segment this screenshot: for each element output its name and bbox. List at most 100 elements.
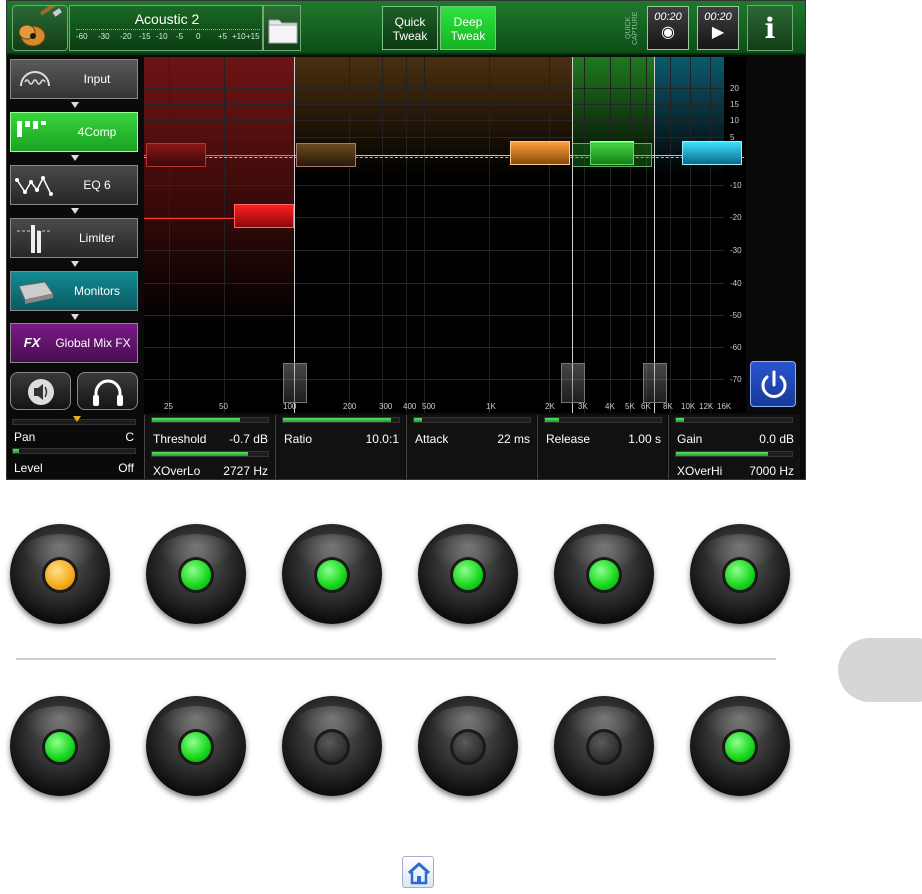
footswitch-led-icon <box>42 729 78 765</box>
block-eq6[interactable]: EQ 6 <box>10 165 138 205</box>
gain-slider[interactable] <box>675 417 793 423</box>
footswitch-bottom-4[interactable] <box>418 696 518 796</box>
grid-line <box>144 283 724 284</box>
footswitch-top-4[interactable] <box>418 524 518 624</box>
headphones-button[interactable] <box>77 372 138 410</box>
xoverhi-slider[interactable] <box>675 451 793 457</box>
param-release-cell[interactable]: Release 1.00 s <box>537 415 667 479</box>
grid-line <box>646 57 647 413</box>
multiband-graph[interactable]: 20 15 10 5 -10 -20 -30 -40 -50 -60 -70 2… <box>144 57 746 413</box>
meter-tick: -20 <box>120 32 132 41</box>
meter-tick: -10 <box>156 32 168 41</box>
grid-line <box>424 57 425 413</box>
block-4comp[interactable]: 4Comp <box>10 112 138 152</box>
db-tick: -20 <box>730 213 742 222</box>
quick-capture-button[interactable]: 00:20 ◉ <box>647 6 689 50</box>
block-global-mix-fx[interactable]: FX Global Mix FX <box>10 323 138 363</box>
footswitch-top-2[interactable] <box>146 524 246 624</box>
home-icon[interactable] <box>402 856 434 888</box>
release-fill <box>545 418 559 422</box>
meter-tick: +10 <box>232 32 246 41</box>
low-band-handle[interactable] <box>146 143 206 167</box>
lowmid-band-handle[interactable] <box>296 143 356 167</box>
footswitch-led-icon <box>450 729 486 765</box>
ratio-slider[interactable] <box>282 417 400 423</box>
xoverlo-value: 2727 Hz <box>223 464 268 478</box>
deep-tweak-button[interactable]: Deep Tweak <box>440 6 496 50</box>
capture-timer: 00:20 <box>654 11 682 23</box>
grid-line <box>382 57 383 413</box>
level-meter <box>76 29 260 31</box>
headphones-icon <box>93 379 123 406</box>
threshold-fill <box>152 418 240 422</box>
block-limiter[interactable]: Limiter <box>10 218 138 258</box>
grid-line <box>144 104 724 105</box>
meter-tick: -15 <box>139 32 151 41</box>
footswitch-led-icon <box>722 729 758 765</box>
param-attack-cell[interactable]: Attack 22 ms <box>406 415 536 479</box>
quick-capture-label: QUICK CAPTURE <box>625 11 639 45</box>
chain-arrow-icon <box>71 261 79 267</box>
preset-display[interactable]: Acoustic 2 -60 -30 -20 -15 -10 -5 0 +5 +… <box>69 5 263 51</box>
footswitch-top-3[interactable] <box>282 524 382 624</box>
param-gain-cell[interactable]: Gain 0.0 dB XOverHi 7000 Hz <box>668 415 800 479</box>
guitar-icon[interactable] <box>12 1 68 51</box>
db-tick: -50 <box>730 311 742 320</box>
high-gain-handle[interactable] <box>682 141 742 165</box>
speaker-button[interactable] <box>10 372 71 410</box>
meter-tick: +15 <box>246 32 260 41</box>
footswitch-bottom-1[interactable] <box>10 696 110 796</box>
footswitch-bottom-2[interactable] <box>146 696 246 796</box>
xoverlo-slider[interactable] <box>151 451 269 457</box>
footswitch-bottom-6[interactable] <box>690 696 790 796</box>
low-band-gain-handle[interactable] <box>234 204 294 228</box>
level-slider[interactable] <box>12 448 136 454</box>
footswitch-bottom-3[interactable] <box>282 696 382 796</box>
param-ratio-cell[interactable]: Ratio 10.0:1 <box>275 415 405 479</box>
crossover-hi-handle[interactable] <box>643 363 667 403</box>
freq-tick: 12K <box>699 402 714 411</box>
power-button[interactable] <box>750 361 796 407</box>
footswitch-led-icon <box>722 557 758 593</box>
footswitch-top-1[interactable] <box>10 524 110 624</box>
multiband-comp-icon <box>17 121 46 137</box>
folder-button[interactable] <box>263 5 301 51</box>
footswitch-bottom-5[interactable] <box>554 696 654 796</box>
info-button[interactable]: i <box>747 5 793 51</box>
param-threshold-cell[interactable]: Threshold -0.7 dB XOverLo 2727 Hz <box>144 415 274 479</box>
freq-tick: 3K <box>578 402 588 411</box>
playback-button[interactable]: 00:20 ▶ <box>697 6 739 50</box>
top-bar: Acoustic 2 -60 -30 -20 -15 -10 -5 0 +5 +… <box>7 1 805 55</box>
threshold-slider[interactable] <box>151 417 269 423</box>
attack-slider[interactable] <box>413 417 531 423</box>
ratio-label: Ratio <box>284 432 313 446</box>
footswitch-top-5[interactable] <box>554 524 654 624</box>
attack-value: 22 ms <box>497 432 530 446</box>
freq-tick: 300 <box>379 402 393 411</box>
pan-slider[interactable] <box>12 416 136 425</box>
lowmid-gain-handle[interactable] <box>510 141 570 165</box>
db-tick: 5 <box>730 133 735 142</box>
freq-tick: 8K <box>663 402 673 411</box>
block-eq6-label: EQ 6 <box>83 178 111 192</box>
db-tick: -40 <box>730 279 742 288</box>
db-tick: -30 <box>730 246 742 255</box>
xoverhi-value: 7000 Hz <box>749 464 794 478</box>
crossover-mid-handle[interactable] <box>561 363 585 403</box>
crossover-lo-handle[interactable] <box>283 363 307 403</box>
block-input[interactable]: Input <box>10 59 138 99</box>
block-monitors[interactable]: Monitors <box>10 271 138 311</box>
play-icon: ▶ <box>711 24 725 41</box>
power-icon <box>761 370 787 398</box>
release-label: Release <box>546 432 591 446</box>
release-slider[interactable] <box>544 417 662 423</box>
himid-band-handle[interactable] <box>572 143 652 167</box>
xoverlo-label: XOverLo <box>153 464 201 478</box>
play-timer: 00:20 <box>704 11 732 23</box>
quick-tweak-button[interactable]: Quick Tweak <box>382 6 438 50</box>
footswitch-led-icon <box>178 557 214 593</box>
freq-tick: 16K <box>717 402 732 411</box>
footswitch-top-6[interactable] <box>690 524 790 624</box>
freq-tick: 2K <box>545 402 555 411</box>
db-tick: 20 <box>730 84 739 93</box>
